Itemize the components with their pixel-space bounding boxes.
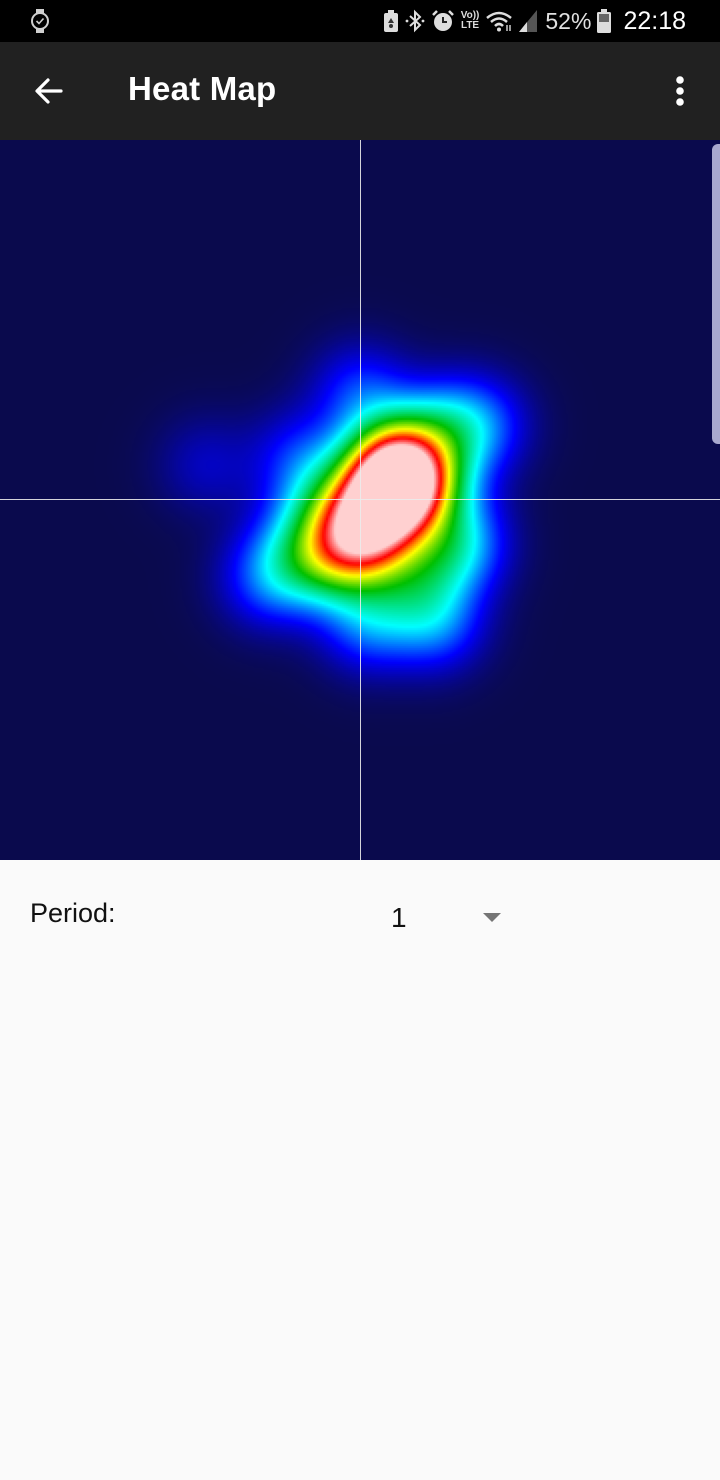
status-bar: Vo)) LTE 52% 22:18 <box>0 0 720 42</box>
battery-icon <box>597 9 612 33</box>
wifi-icon <box>485 10 513 32</box>
signal-icon <box>519 10 538 32</box>
scrollbar-thumb[interactable] <box>712 144 720 444</box>
more-vert-icon <box>676 76 684 106</box>
app-bar: Heat Map <box>0 42 720 140</box>
period-selected-value: 1 <box>391 902 407 933</box>
status-icons: Vo)) LTE 52% 22:18 <box>383 0 686 42</box>
page-title: Heat Map <box>128 70 277 107</box>
crosshair-horizontal <box>0 499 720 500</box>
volte-icon: Vo)) LTE <box>460 10 480 31</box>
heatmap[interactable] <box>0 140 720 860</box>
battery-percent: 52% <box>545 7 592 34</box>
crosshair-vertical <box>360 140 361 860</box>
controls-panel: Period: 1 <box>0 860 720 1480</box>
smartwatch-icon <box>30 9 50 33</box>
battery-saver-icon <box>383 10 399 32</box>
arrow-back-icon <box>35 78 63 104</box>
alarm-icon <box>431 9 455 33</box>
dropdown-arrow-icon <box>483 913 501 922</box>
period-dropdown[interactable]: 1 <box>370 888 530 948</box>
period-label: Period: <box>30 898 116 928</box>
back-button[interactable] <box>20 62 78 120</box>
bluetooth-icon <box>405 9 425 33</box>
overflow-menu-button[interactable] <box>654 62 706 120</box>
clock: 22:18 <box>623 6 686 35</box>
